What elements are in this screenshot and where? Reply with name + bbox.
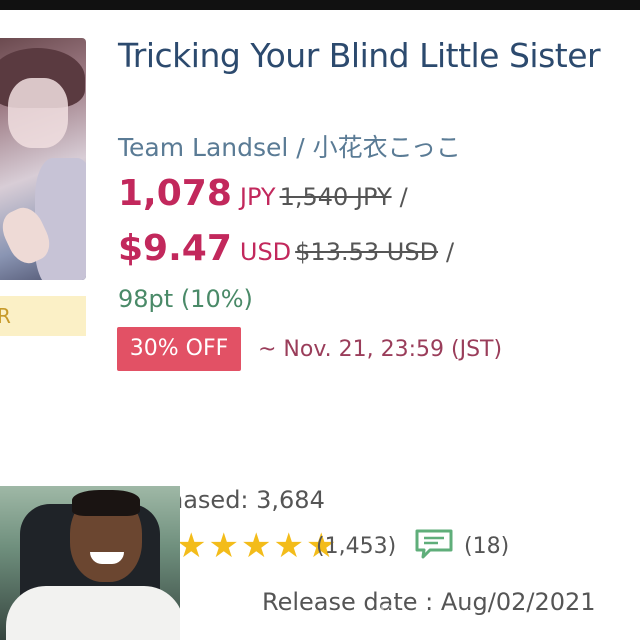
top-bar [0,0,640,10]
thumbnail-art [35,158,86,280]
original-price-jpy: 1,540 JPY [279,183,392,211]
purchase-count: hased: 3,684 [168,486,325,514]
watermark: asianmongolianboi [202,600,476,633]
artist-link[interactable]: 小花衣こっこ [313,133,461,162]
star-icon: ★ [273,526,304,566]
price-usd-row: $9.47 USD $13.53 USD / [118,228,454,269]
product-thumbnail[interactable] [0,38,86,280]
thumbnail-art [8,78,68,148]
review-count[interactable]: (18) [464,534,509,559]
price-separator: / [446,238,455,266]
thumbnail-tag: R [0,296,86,336]
star-icon: ★ [208,526,239,566]
discount-badge: 30% OFF [117,327,241,371]
maker-separator: / [288,133,313,162]
maker-link[interactable]: Team Landsel [118,133,288,162]
speech-bubble-icon[interactable] [414,528,454,564]
webcam-person-hair [72,490,140,516]
price-separator: / [399,183,408,211]
points-reward: 98pt (10%) [118,285,253,313]
currency-usd: USD [239,238,292,266]
maker-line: Team Landsel / 小花衣こっこ [118,128,461,164]
webcam-overlay [0,486,180,640]
price-usd: $9.47 [118,228,232,269]
price-jpy: 1,078 [118,173,232,214]
sale-deadline: ~ Nov. 21, 23:59 (JST) [258,337,503,362]
rating-count[interactable]: (1,453) [316,534,396,559]
webcam-shirt [6,586,180,640]
currency-jpy: JPY [239,183,276,211]
original-price-usd: $13.53 USD [295,238,439,266]
star-icon: ★ [176,526,207,566]
star-icon: ★ [240,526,272,566]
rating-stars[interactable]: ★ ★ ★ ★ ★ [176,528,338,564]
thumbnail-tag-text: R [0,304,11,328]
price-jpy-row: 1,078 JPY 1,540 JPY / [118,173,408,214]
product-title[interactable]: Tricking Your Blind Little Sister [118,36,601,75]
